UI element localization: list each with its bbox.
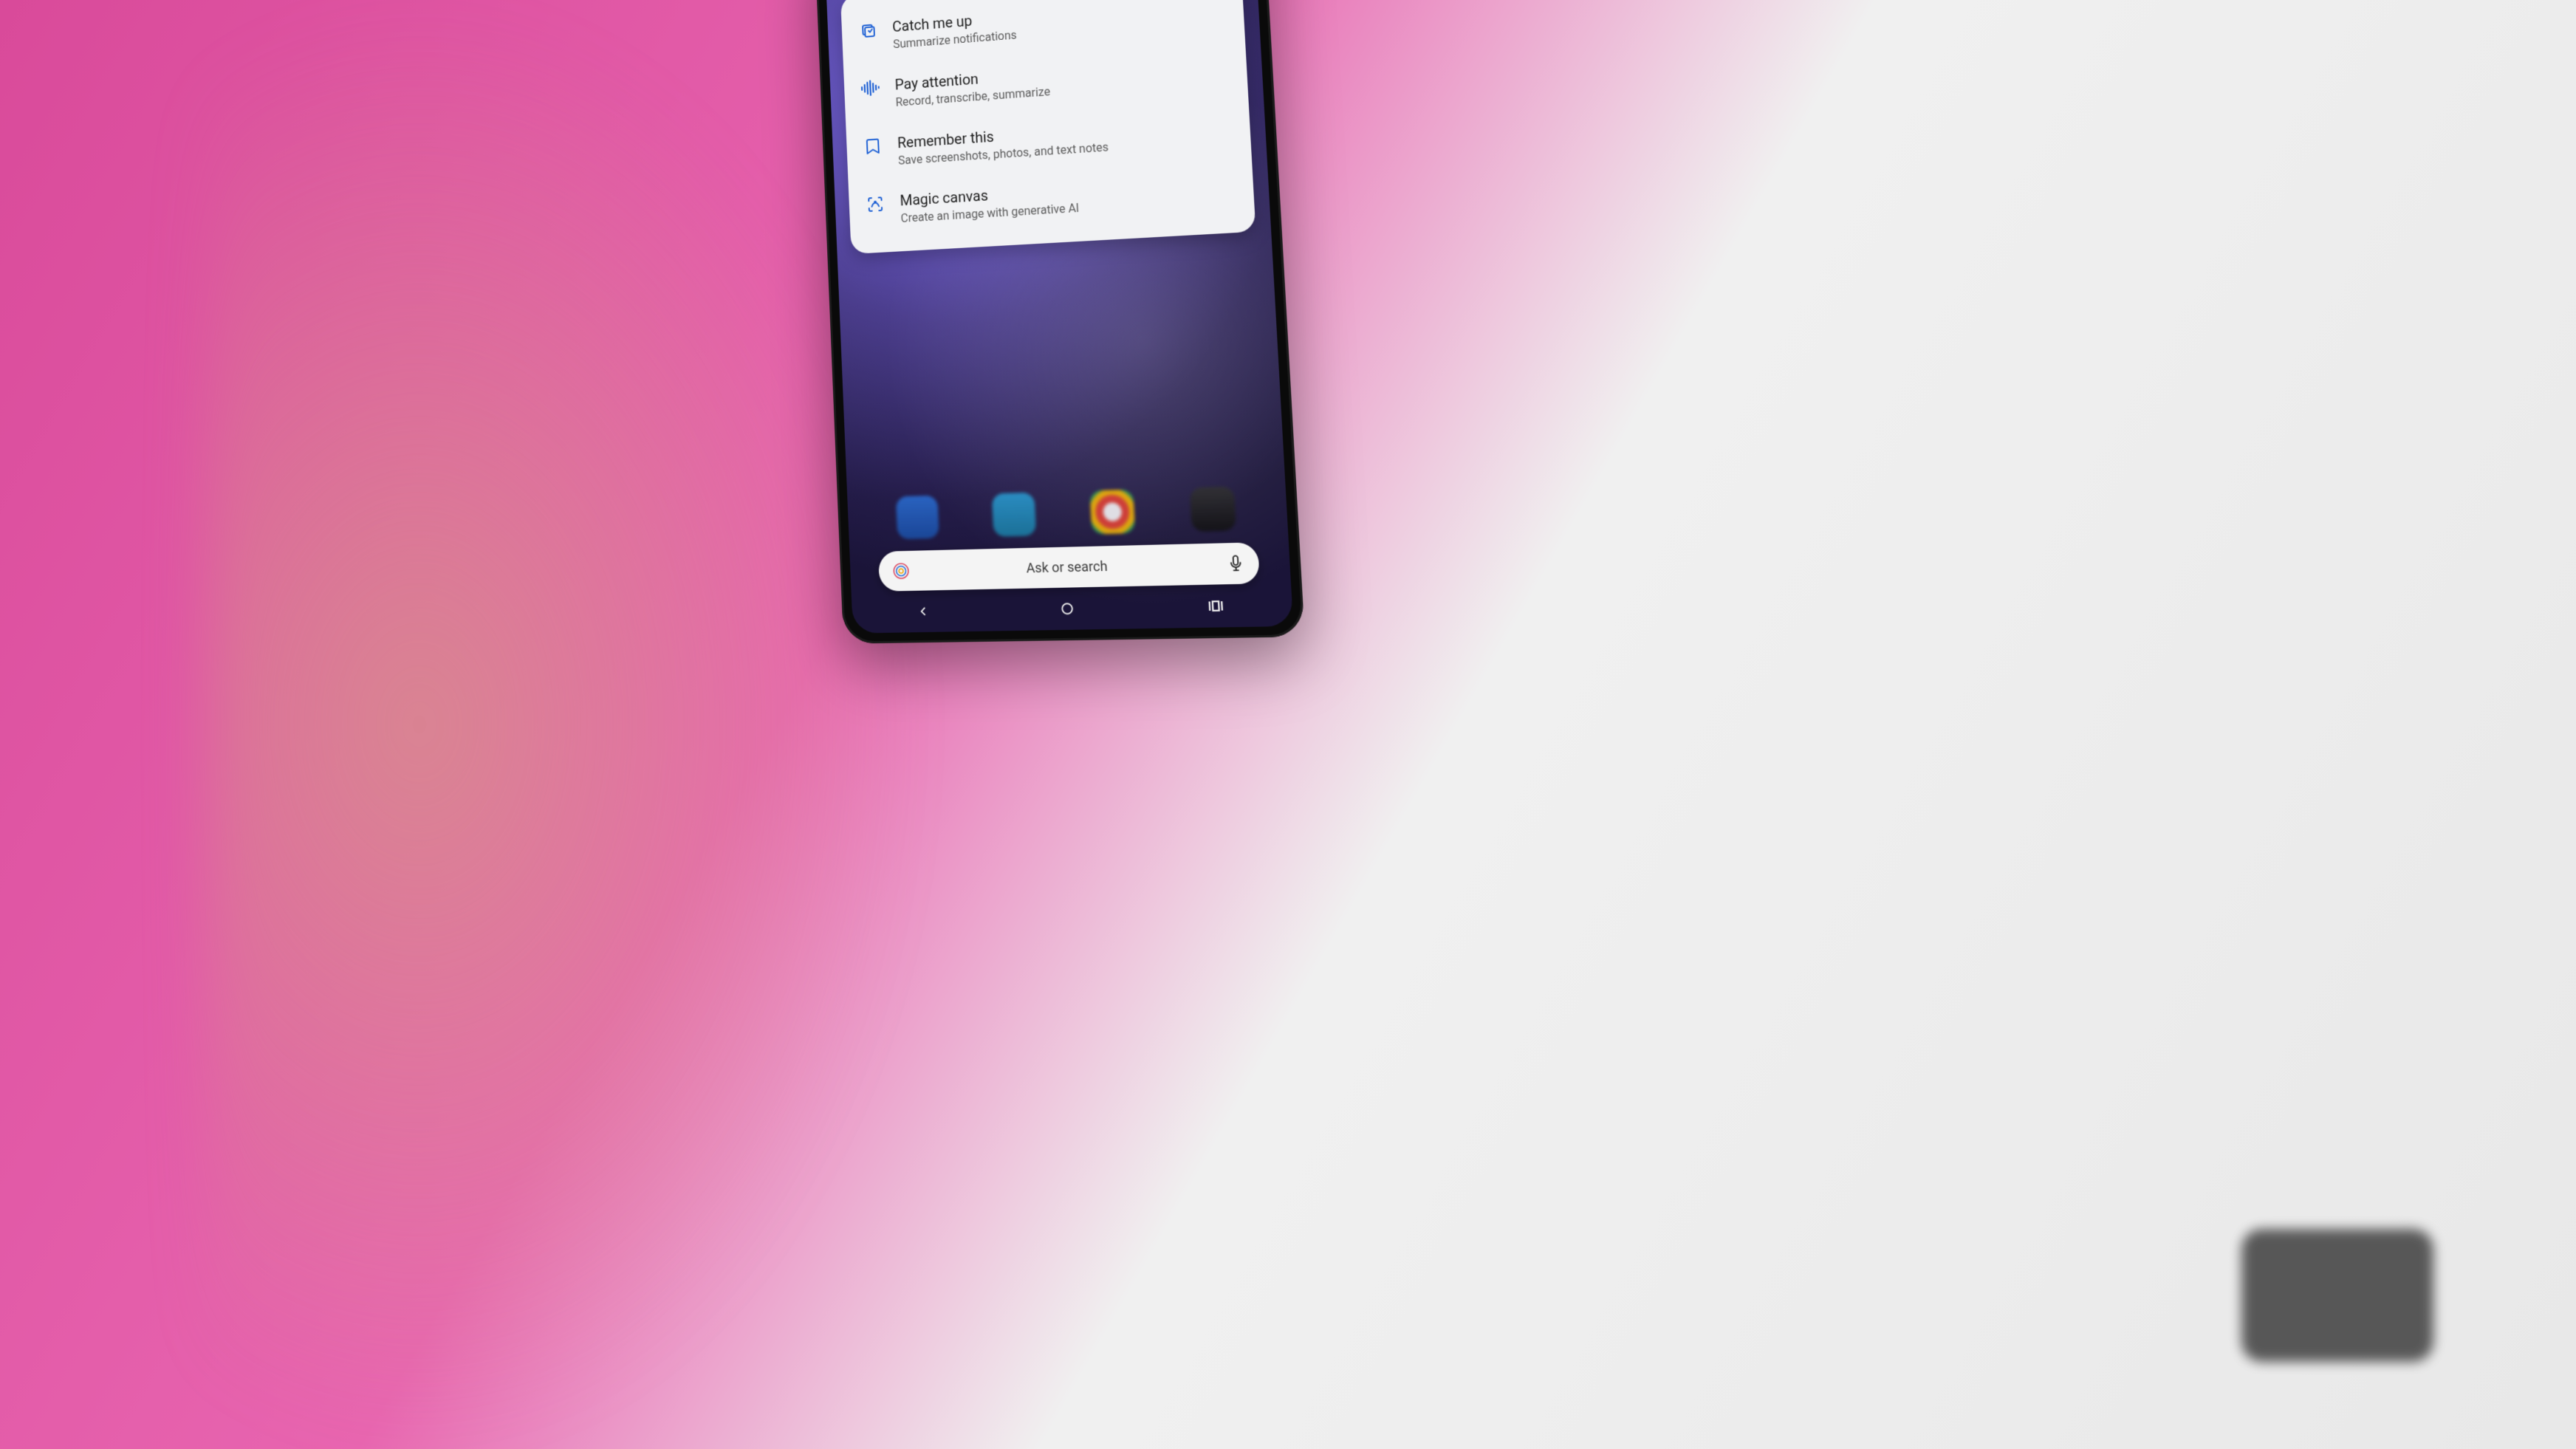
- dock-app-messages[interactable]: [992, 493, 1036, 537]
- app-dock: [869, 481, 1265, 544]
- mic-icon[interactable]: [1228, 555, 1246, 572]
- assistant-logo-icon: [891, 561, 911, 581]
- dock-app-phone[interactable]: [896, 496, 939, 540]
- hand-background: [206, 0, 917, 1449]
- assistant-search-placeholder: Ask or search: [920, 556, 1218, 578]
- remember-icon: [863, 137, 883, 156]
- catchup-icon: [859, 22, 878, 41]
- canvas-icon: [866, 196, 886, 214]
- phone-frame: Catch me up Summarize notifications Pay …: [815, 0, 1305, 644]
- phone-screen: Catch me up Summarize notifications Pay …: [825, 0, 1294, 634]
- attention-icon: [861, 80, 880, 97]
- dock-app-camera[interactable]: [1190, 487, 1236, 532]
- dock-app-chrome[interactable]: [1089, 490, 1135, 535]
- nav-recents-icon[interactable]: [1206, 596, 1227, 616]
- assistant-suggestions-card: Catch me up Summarize notifications Pay …: [840, 0, 1256, 255]
- nav-back-icon[interactable]: [914, 602, 934, 622]
- nav-home-icon[interactable]: [1058, 599, 1078, 619]
- assistant-search-bar[interactable]: Ask or search: [878, 543, 1260, 592]
- background-object: [2241, 1229, 2433, 1362]
